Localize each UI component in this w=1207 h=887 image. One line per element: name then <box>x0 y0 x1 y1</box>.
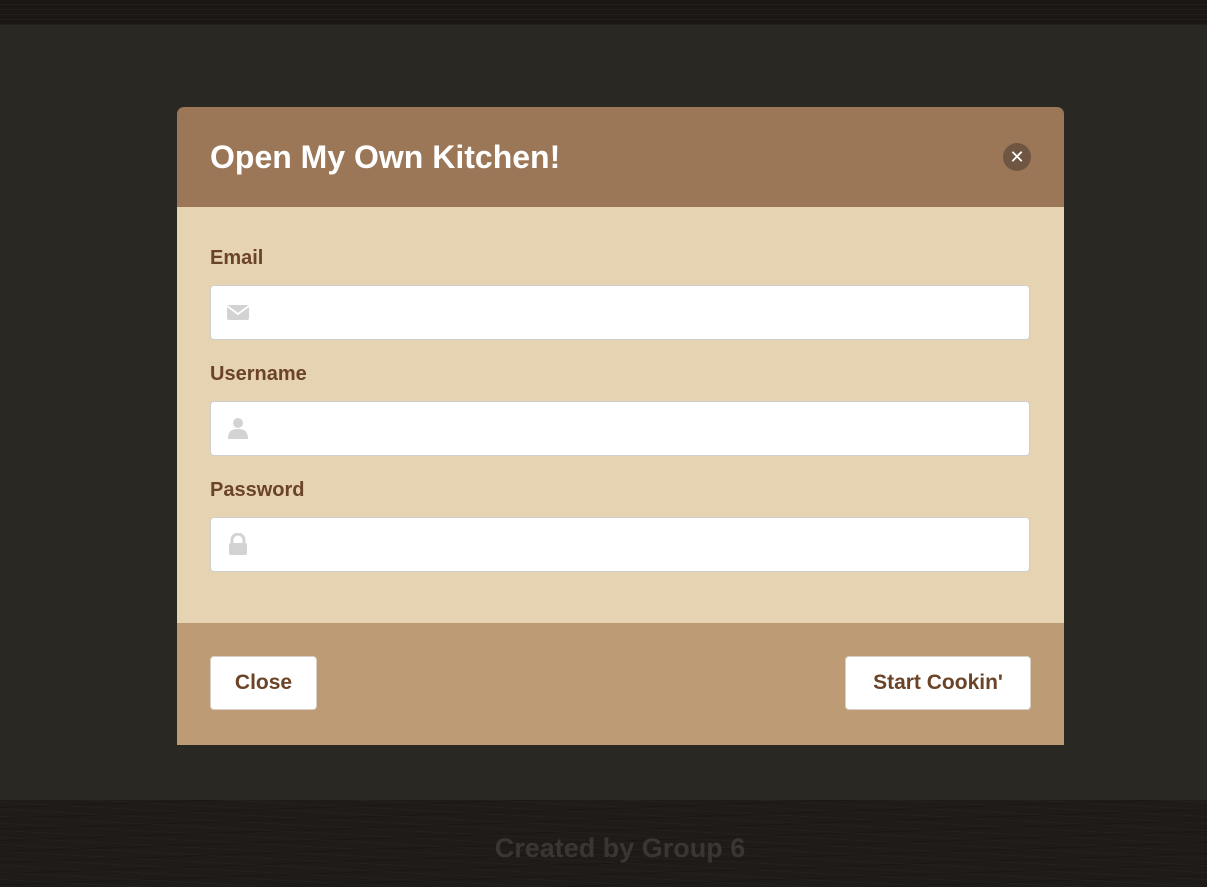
username-input[interactable] <box>261 402 1020 455</box>
lock-icon <box>229 533 247 555</box>
password-input[interactable] <box>261 518 1020 571</box>
start-cookin-button[interactable]: Start Cookin' <box>845 656 1031 710</box>
page-top-strip <box>0 0 1207 25</box>
password-label: Password <box>210 479 305 501</box>
email-input[interactable] <box>261 286 1020 339</box>
close-icon[interactable]: ✕ <box>1003 143 1031 171</box>
modal-header: Open My Own Kitchen! ✕ <box>177 107 1064 207</box>
modal-title: Open My Own Kitchen! <box>210 139 561 175</box>
envelope-icon <box>227 305 249 320</box>
password-field[interactable] <box>210 517 1030 572</box>
email-field[interactable] <box>210 285 1030 340</box>
modal-footer: Close Start Cookin' <box>177 623 1064 745</box>
username-field[interactable] <box>210 401 1030 456</box>
modal-body: Email Username Password <box>177 207 1064 623</box>
user-icon <box>228 418 248 439</box>
email-label: Email <box>210 247 264 269</box>
close-button[interactable]: Close <box>210 656 317 710</box>
signup-modal: Open My Own Kitchen! ✕ Email Username Pa… <box>177 107 1064 745</box>
footer-credit: Created by Group 6 <box>494 833 746 863</box>
username-label: Username <box>210 363 307 385</box>
